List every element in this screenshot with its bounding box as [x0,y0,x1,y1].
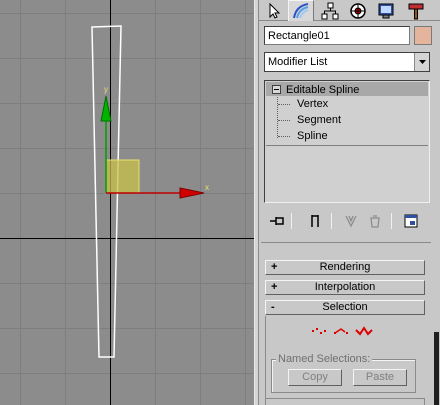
named-selections-label: Named Selections: [276,353,373,365]
hammer-icon [408,3,424,19]
cursor-arrow-icon [269,2,281,19]
tab-display[interactable] [373,0,399,21]
scrollbar-thumb[interactable] [434,332,439,405]
pin-stack-button[interactable] [267,212,287,230]
modifier-stack: Editable Spline Vertex Segment Spline [264,80,430,203]
stack-item-vertex[interactable]: Vertex [297,98,328,110]
rollout-interpolation[interactable]: Interpolation + [265,280,425,295]
rainbow-modify-icon [293,3,309,19]
toolbar-divider [331,213,332,229]
axis-y-label: y [104,85,108,94]
sub-object-level-buttons [311,324,381,338]
chevron-down-icon[interactable] [414,53,429,71]
copy-button[interactable]: Copy [288,369,342,386]
tab-utilities[interactable] [403,0,429,21]
tree-connector [278,104,290,105]
tree-connector [278,136,290,137]
tree-connector [278,120,290,121]
trash-icon [370,215,380,228]
toolbar-divider [291,213,292,229]
expand-plus-icon: + [271,261,278,273]
panel-scrollbar[interactable] [433,242,440,405]
rollout-title: Selection [322,301,368,313]
motion-wheel-icon [350,2,366,19]
stack-item-editable-spline[interactable]: Editable Spline [272,83,359,96]
stack-divider [266,145,428,146]
expand-plus-icon: + [271,281,278,293]
rollout-selection[interactable]: Selection - [265,300,425,315]
gizmo-plane-handle[interactable] [105,159,140,194]
spline-level-icon[interactable] [355,326,373,336]
tab-modify[interactable] [288,0,314,21]
viewport-canvas[interactable]: y x [0,0,254,405]
axis-x-label: x [205,183,209,192]
paste-button[interactable]: Paste [353,369,407,386]
stack-item-segment[interactable]: Segment [297,114,341,126]
segment-level-icon[interactable] [334,328,348,334]
remove-modifier-button[interactable] [365,212,385,230]
configure-modifier-sets-button[interactable] [401,212,421,230]
tab-hierarchy[interactable] [317,0,343,21]
stack-item-label: Editable Spline [286,83,360,96]
make-unique-icon [345,215,357,228]
rollout-title: Interpolation [314,281,376,293]
collapse-minus-icon[interactable] [272,85,281,94]
pin-icon [270,217,284,225]
grid-lines [0,0,254,405]
modifier-list-value: Modifier List [268,56,328,68]
vertex-level-icon[interactable] [312,328,326,334]
display-monitor-icon [378,3,394,18]
configure-sets-icon [404,214,418,228]
next-group-box [265,398,425,405]
object-name-field[interactable] [264,26,410,45]
viewport-front[interactable]: y x [0,0,254,405]
tab-motion[interactable] [345,0,371,21]
object-color-swatch[interactable] [414,26,432,45]
rollout-title: Rendering [319,261,371,273]
rollout-container: Rendering + Interpolation + Selection - [261,242,431,405]
modifier-list-dropdown[interactable]: Modifier List [264,52,430,72]
command-panel-tabs [259,0,440,21]
show-end-result-button[interactable] [305,212,325,230]
tab-create[interactable] [261,0,287,21]
show-end-result-icon [311,215,319,227]
collapse-minus-icon: - [271,301,275,313]
toolbar-divider [391,213,392,229]
hierarchy-icon [321,2,339,19]
home-grid-axes [0,0,254,405]
command-panel: Modifier List Editable Spline Vertex Seg… [259,0,440,405]
stack-toolbar [259,208,440,234]
make-unique-button[interactable] [341,212,361,230]
rollout-rendering[interactable]: Rendering + [265,260,425,275]
stack-item-spline[interactable]: Spline [297,130,328,142]
axis-y-arrow[interactable] [100,95,112,122]
